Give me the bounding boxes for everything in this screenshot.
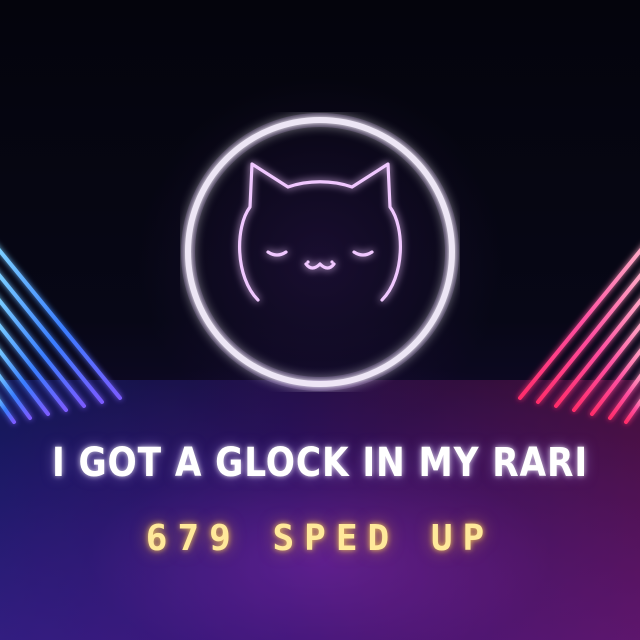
left-neon-lines [0, 247, 122, 424]
album-cover: I GOT A GLOCK IN MY RARI 679 SPED UP [0, 0, 640, 640]
right-neon-lines [518, 247, 640, 424]
track-subtitle: 679 SPED UP [145, 518, 495, 559]
cat-emblem [181, 113, 459, 391]
cat-face-icon [237, 162, 403, 302]
track-title: I GOT A GLOCK IN MY RARI [51, 440, 589, 486]
